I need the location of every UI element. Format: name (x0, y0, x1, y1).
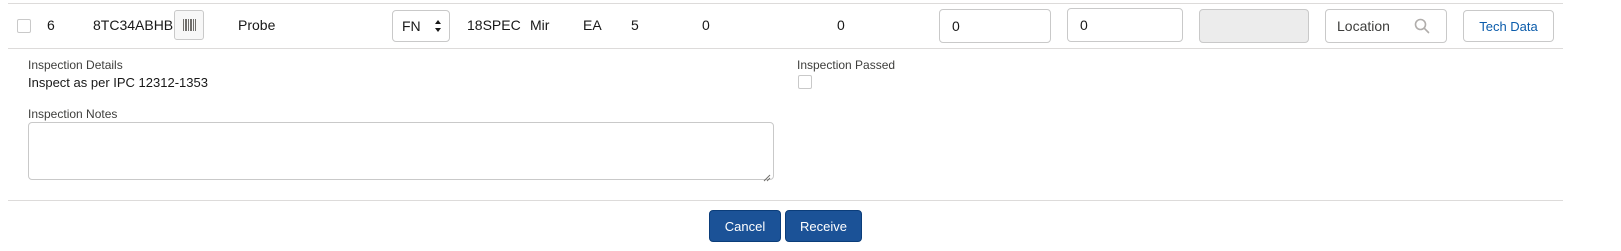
barcode-icon (182, 18, 196, 32)
inspection-details-value: Inspect as per IPC 12312-1353 (28, 75, 208, 90)
inspection-passed-checkbox[interactable] (798, 75, 812, 89)
location-lookup[interactable]: Location (1325, 9, 1447, 43)
cancel-label: Cancel (724, 218, 766, 234)
qty-input-1[interactable]: 0 (939, 9, 1051, 43)
search-icon (1414, 18, 1430, 34)
spec-code: 18SPEC (467, 17, 521, 33)
condition-select[interactable]: FN (392, 10, 450, 42)
disabled-field (1199, 9, 1309, 43)
tech-data-label: Tech Data (1479, 18, 1538, 34)
qty-input-2-value: 0 (1080, 17, 1088, 33)
tech-data-button[interactable]: Tech Data (1463, 10, 1554, 42)
value-a: 0 (702, 17, 710, 33)
qty-input-1-value: 0 (952, 18, 960, 34)
inspection-passed-label: Inspection Passed (797, 58, 896, 72)
inspection-details-label: Inspection Details (28, 58, 123, 72)
row-select-checkbox[interactable] (17, 19, 31, 33)
unit-of-measure: EA (583, 17, 602, 33)
value-b: 0 (837, 17, 845, 33)
line-item-row: 6 8TC34ABHB Probe FN 18SPEC Mir EA 5 0 0 (0, 0, 1621, 50)
condition-select-value: FN (402, 18, 421, 34)
part-description: Probe (238, 17, 276, 33)
location-placeholder: Location (1337, 18, 1390, 34)
footer-divider (8, 200, 1563, 201)
inspection-notes-textarea[interactable] (28, 122, 774, 182)
vendor-code: Mir (530, 17, 550, 33)
barcode-button[interactable] (174, 10, 204, 40)
part-number: 8TC34ABHB (93, 17, 174, 33)
resize-handle-icon[interactable] (763, 169, 771, 182)
receive-button[interactable]: Receive (785, 210, 862, 242)
up-down-arrows-icon (434, 19, 442, 33)
qty-input-2[interactable]: 0 (1067, 8, 1183, 42)
receive-label: Receive (800, 218, 847, 234)
row-divider (8, 48, 1563, 49)
line-number: 6 (47, 17, 55, 33)
quantity: 5 (631, 17, 639, 33)
inspection-notes-label: Inspection Notes (28, 107, 118, 121)
cancel-button[interactable]: Cancel (709, 210, 781, 242)
